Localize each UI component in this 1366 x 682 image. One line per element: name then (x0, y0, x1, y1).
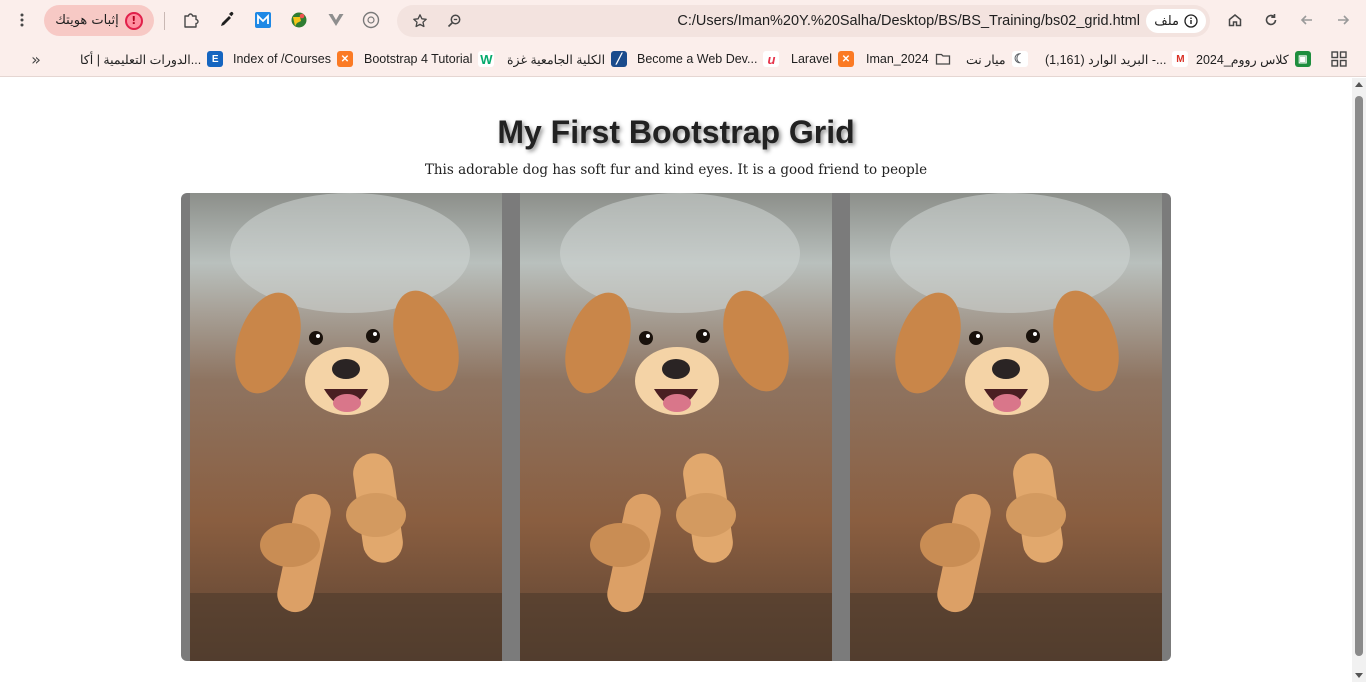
bookmark-ucas[interactable]: الكلية الجامعية غزة ╱ (507, 41, 628, 77)
site-chip-label: ملف (1154, 13, 1179, 29)
page-title: My First Bootstrap Grid (497, 114, 855, 150)
puppy-image (520, 193, 832, 661)
browser-toolbar: ملف C:/Users/Iman%20Y.%20Salha/Desktop/B… (0, 0, 1366, 41)
bookmark-index-courses[interactable]: Index of /Courses ✕ (233, 41, 353, 77)
menu-icon (20, 13, 24, 27)
scroll-down-arrow[interactable] (1355, 673, 1363, 678)
extensions-button[interactable] (180, 9, 202, 31)
extension-grammar[interactable] (360, 9, 382, 31)
bookmark-label: Become a Web Dev... (637, 52, 758, 66)
bookmark-gmail[interactable]: البريد الوارد (1,161) -... M (1045, 41, 1189, 77)
bookmark-label: البريد الوارد (1,161) -... (1045, 52, 1167, 67)
bookmark-label: Iman_2024 (866, 52, 929, 66)
xampp-icon: ✕ (838, 51, 854, 67)
browser-menu-button[interactable] (7, 5, 37, 35)
xampp-icon: ✕ (336, 51, 353, 67)
w3-icon: W (478, 51, 495, 67)
puppy-image (850, 193, 1162, 661)
bookmark-star-button[interactable] (405, 6, 435, 36)
zoom-icon (447, 14, 461, 28)
verify-identity-label: إثبات هويتك (55, 13, 119, 28)
m-extension-icon (255, 12, 271, 28)
globe-extension-icon (291, 12, 307, 28)
zoom-button[interactable] (439, 6, 469, 36)
reload-button[interactable] (1256, 5, 1286, 35)
toolbar-separator (164, 12, 165, 30)
ucas-icon: ╱ (611, 51, 628, 67)
back-icon (1300, 15, 1312, 25)
more-bookmarks-button[interactable]: » (24, 47, 48, 71)
moon-icon: ☾ (1011, 51, 1028, 67)
bookmark-udemy[interactable]: Become a Web Dev... u (637, 41, 780, 77)
grid-column-3 (850, 193, 1162, 661)
extension-eyedropper[interactable] (216, 9, 238, 31)
scroll-thumb[interactable] (1355, 96, 1363, 656)
chevron-double-right-icon: » (31, 49, 41, 69)
star-icon (413, 14, 427, 28)
bookmarks-bar: كلاس رووم_2024 ▣ البريد الوارد (1,161) -… (0, 41, 1366, 77)
home-button[interactable] (1220, 5, 1250, 35)
alert-icon: ! (124, 11, 143, 30)
classroom-icon: ▣ (1294, 51, 1311, 67)
info-icon (1184, 14, 1198, 28)
bookmark-label: كلاس رووم_2024 (1196, 52, 1289, 67)
grid-column-1 (190, 193, 502, 661)
page-viewport: My First Bootstrap Grid This adorable do… (0, 78, 1352, 682)
page-subtitle: This adorable dog has soft fur and kind … (424, 162, 928, 178)
back-button[interactable] (1292, 5, 1322, 35)
extension-globe[interactable] (288, 9, 310, 31)
extensions-icon (184, 13, 199, 28)
apps-button[interactable] (1330, 50, 1348, 72)
bookmark-laravel[interactable]: Laravel ✕ (791, 41, 854, 77)
image-grid-row (181, 193, 1171, 661)
bookmark-mayar[interactable]: ميار نت ☾ (966, 41, 1028, 77)
extension-vue[interactable] (325, 9, 347, 31)
bookmark-w3schools[interactable]: Bootstrap 4 Tutorial W (364, 41, 495, 77)
gmail-icon: M (1172, 51, 1189, 67)
apps-grid-icon (1331, 51, 1347, 67)
bookmark-label: ميار نت (966, 52, 1006, 67)
url-text[interactable]: C:/Users/Iman%20Y.%20Salha/Desktop/BS/BS… (677, 5, 1140, 37)
vertical-scrollbar[interactable] (1352, 78, 1366, 682)
home-icon (1228, 14, 1242, 27)
bookmark-label: Bootstrap 4 Tutorial (364, 52, 473, 66)
verify-identity-button[interactable]: ! إثبات هويتك (44, 5, 154, 36)
udemy-icon: u (763, 51, 780, 67)
grammar-extension-icon (362, 11, 380, 29)
vue-devtools-icon (328, 14, 344, 26)
forward-button[interactable] (1328, 5, 1358, 35)
extension-m[interactable] (252, 9, 274, 31)
forward-icon (1338, 15, 1350, 25)
e-icon: E (207, 51, 224, 67)
address-bar[interactable]: ملف C:/Users/Iman%20Y.%20Salha/Desktop/B… (397, 5, 1210, 37)
scroll-up-arrow[interactable] (1355, 82, 1363, 87)
bookmark-label: Index of /Courses (233, 52, 331, 66)
site-info-chip[interactable]: ملف (1146, 9, 1206, 33)
folder-icon (935, 53, 950, 65)
bookmark-label: الكلية الجامعية غزة (507, 52, 606, 67)
bookmark-classroom[interactable]: كلاس رووم_2024 ▣ (1196, 41, 1311, 77)
reload-icon (1265, 14, 1277, 26)
eyedropper-icon (221, 12, 234, 26)
puppy-image (190, 193, 502, 661)
grid-column-2 (520, 193, 832, 661)
bookmark-courses-academy[interactable]: الدورات التعليمية | أكا... E (80, 41, 224, 77)
bookmark-label: الدورات التعليمية | أكا... (80, 52, 202, 67)
bookmark-iman-folder[interactable]: Iman_2024 (866, 41, 951, 77)
bookmark-label: Laravel (791, 52, 832, 66)
